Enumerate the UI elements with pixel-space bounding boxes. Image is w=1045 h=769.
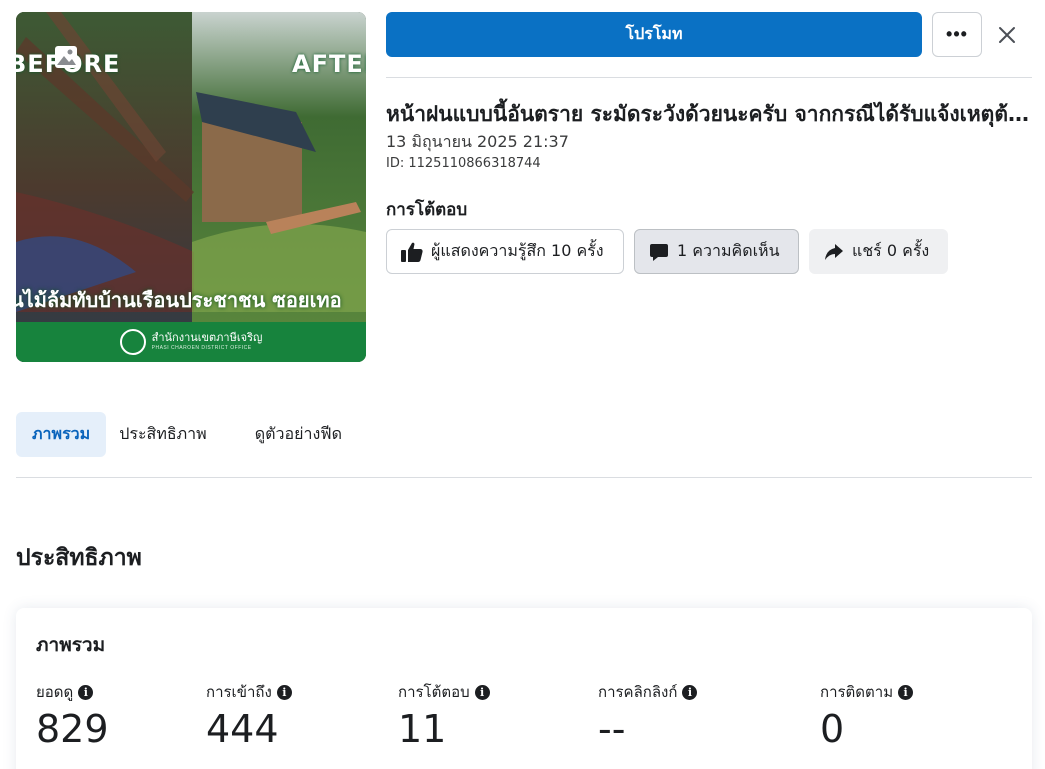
metric-value: 829: [36, 707, 109, 751]
promote-button[interactable]: โปรโมท: [386, 12, 922, 57]
overview-card-title: ภาพรวม: [36, 634, 106, 656]
metric-value: 444: [206, 707, 279, 751]
close-button[interactable]: [992, 16, 1022, 54]
metric-engagement: การโต้ตอบ i 11: [398, 680, 490, 748]
metric-follows: การติดตาม i 0: [820, 680, 914, 751]
info-icon[interactable]: i: [682, 684, 698, 700]
tabs-divider: [16, 477, 1032, 478]
metric-views: ยอดดู i 829: [36, 680, 109, 748]
photo-icon: [55, 46, 77, 68]
post-id: ID: 1125110866318744: [386, 156, 541, 171]
tab-performance[interactable]: ประสิทธิภาพ: [119, 412, 207, 457]
office-band: สำนักงานเขตภาษีเจริญ PHASI CHAROEN DISTR…: [16, 322, 366, 362]
tab-bar: ภาพรวม ประสิทธิภาพ ดูตัวอย่างฟีด: [16, 412, 342, 457]
office-name: สำนักงานเขตภาษีเจริญ: [151, 332, 263, 344]
likes-label: ผู้แสดงความรู้สึก 10 ครั้ง: [431, 241, 604, 260]
info-icon[interactable]: i: [474, 684, 490, 700]
metric-label: การเข้าถึง: [206, 683, 272, 701]
reactions-heading: การโต้ตอบ: [386, 200, 468, 220]
tab-feed-preview[interactable]: ดูตัวอย่างฟีด: [255, 412, 342, 457]
post-title: หน้าฝนแบบนี้อันตราย ระมัดระวังด้วยนะครับ…: [386, 102, 1032, 126]
after-tag: AFTER: [292, 50, 366, 78]
performance-heading: ประสิทธิภาพ: [16, 545, 142, 571]
office-label: สำนักงานเขตภาษีเจริญ PHASI CHAROEN DISTR…: [152, 333, 263, 351]
overview-card: ภาพรวม ยอดดู i 829 การเข้าถึง i 444 การโ…: [16, 608, 1032, 769]
metric-value: --: [598, 707, 626, 751]
share-icon: [825, 243, 843, 260]
comments-label: 1 ความคิดเห็น: [677, 241, 780, 260]
thumbs-up-icon: [401, 242, 423, 262]
tab-overview[interactable]: ภาพรวม: [16, 412, 107, 457]
comments-chip[interactable]: 1 ความคิดเห็น: [634, 229, 799, 274]
post-date: 13 มิถุนายน 2025 21:37: [386, 132, 569, 151]
info-icon[interactable]: i: [78, 684, 94, 700]
info-icon[interactable]: i: [276, 684, 292, 700]
metric-reach: การเข้าถึง i 444: [206, 680, 292, 748]
metric-label: การคลิกลิงก์: [598, 683, 678, 701]
likes-chip[interactable]: ผู้แสดงความรู้สึก 10 ครั้ง: [386, 229, 624, 274]
metric-value: 0: [820, 707, 845, 751]
metric-link-clicks: การคลิกลิงก์ i --: [598, 680, 698, 751]
thumbnail-caption: นไม้ล้มทับบ้านเรือนประชาชน ซอยเทอ: [16, 288, 342, 312]
header-divider: [386, 77, 1032, 78]
post-thumbnail[interactable]: BEFORE AFTER นไม้ล้มทับบ้านเรือนประชาชน …: [16, 12, 366, 362]
office-seal-icon: [119, 329, 146, 355]
info-icon[interactable]: i: [898, 684, 914, 700]
close-icon: [999, 27, 1015, 43]
metric-label: ยอดดู: [36, 683, 74, 701]
shares-label: แชร์ 0 ครั้ง: [852, 241, 930, 260]
metric-value: 11: [398, 707, 447, 751]
more-options-button[interactable]: •••: [932, 12, 982, 57]
metric-label: การติดตาม: [820, 683, 894, 701]
office-name-en: PHASI CHAROEN DISTRICT OFFICE: [151, 345, 252, 351]
shares-chip[interactable]: แชร์ 0 ครั้ง: [809, 229, 948, 274]
metric-label: การโต้ตอบ: [398, 683, 470, 701]
comment-icon: [650, 243, 668, 261]
